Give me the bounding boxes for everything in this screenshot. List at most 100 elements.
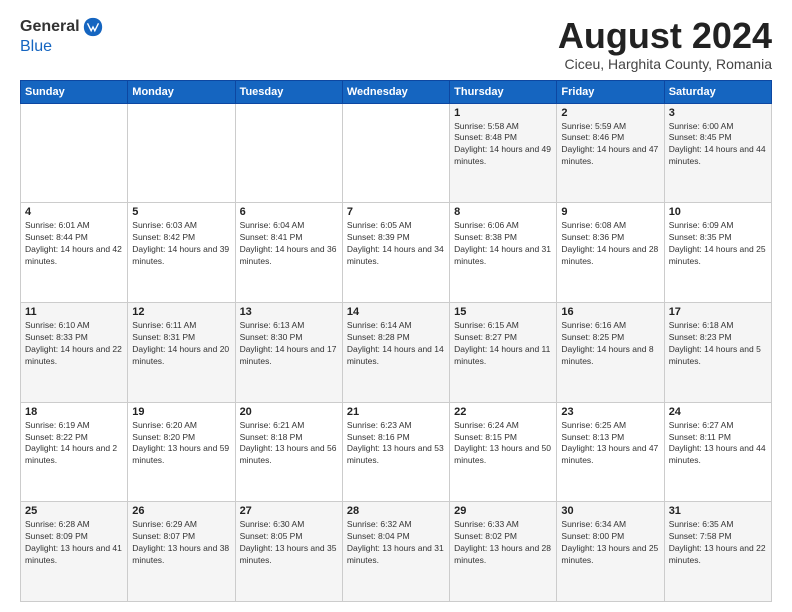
day-cell: 19 Sunrise: 6:20 AM Sunset: 8:20 PM Dayli… xyxy=(128,402,235,502)
day-number: 31 xyxy=(669,505,767,517)
day-info: Sunrise: 6:34 AM Sunset: 8:00 PM Dayligh… xyxy=(561,519,659,567)
day-cell: 31 Sunrise: 6:35 AM Sunset: 7:58 PM Dayli… xyxy=(664,502,771,602)
logo: General Blue xyxy=(20,16,104,56)
day-number: 19 xyxy=(132,406,230,418)
day-number: 25 xyxy=(25,505,123,517)
day-info: Sunrise: 6:24 AM Sunset: 8:15 PM Dayligh… xyxy=(454,420,552,468)
day-number: 9 xyxy=(561,206,659,218)
day-info: Sunrise: 6:08 AM Sunset: 8:36 PM Dayligh… xyxy=(561,220,659,268)
weekday-header-thursday: Thursday xyxy=(450,80,557,103)
logo-icon xyxy=(82,16,104,38)
day-info: Sunrise: 6:10 AM Sunset: 8:33 PM Dayligh… xyxy=(25,320,123,368)
day-number: 3 xyxy=(669,107,767,119)
day-number: 6 xyxy=(240,206,338,218)
day-cell: 6 Sunrise: 6:04 AM Sunset: 8:41 PM Daylig… xyxy=(235,203,342,303)
day-number: 15 xyxy=(454,306,552,318)
day-number: 7 xyxy=(347,206,445,218)
day-cell: 20 Sunrise: 6:21 AM Sunset: 8:18 PM Dayli… xyxy=(235,402,342,502)
day-info: Sunrise: 6:15 AM Sunset: 8:27 PM Dayligh… xyxy=(454,320,552,368)
day-info: Sunrise: 6:14 AM Sunset: 8:28 PM Dayligh… xyxy=(347,320,445,368)
day-info: Sunrise: 6:20 AM Sunset: 8:20 PM Dayligh… xyxy=(132,420,230,468)
day-info: Sunrise: 6:27 AM Sunset: 8:11 PM Dayligh… xyxy=(669,420,767,468)
day-number: 28 xyxy=(347,505,445,517)
day-number: 14 xyxy=(347,306,445,318)
day-cell: 30Sunrise: 6:34 AM Sunset: 8:00 PM Dayli… xyxy=(557,502,664,602)
day-cell: 17 Sunrise: 6:18 AM Sunset: 8:23 PM Dayli… xyxy=(664,302,771,402)
day-number: 29 xyxy=(454,505,552,517)
day-cell: 12Sunrise: 6:11 AM Sunset: 8:31 PM Dayli… xyxy=(128,302,235,402)
day-cell: 14 Sunrise: 6:14 AM Sunset: 8:28 PM Dayli… xyxy=(342,302,449,402)
day-cell: 3Sunrise: 6:00 AM Sunset: 8:45 PM Daylig… xyxy=(664,103,771,203)
day-info: Sunrise: 6:04 AM Sunset: 8:41 PM Dayligh… xyxy=(240,220,338,268)
day-number: 24 xyxy=(669,406,767,418)
day-cell: 7 Sunrise: 6:05 AM Sunset: 8:39 PM Daylig… xyxy=(342,203,449,303)
day-number: 23 xyxy=(561,406,659,418)
weekday-header-sunday: Sunday xyxy=(21,80,128,103)
day-cell: 10 Sunrise: 6:09 AM Sunset: 8:35 PM Dayli… xyxy=(664,203,771,303)
day-info: Sunrise: 6:19 AM Sunset: 8:22 PM Dayligh… xyxy=(25,420,123,468)
location: Ciceu, Harghita County, Romania xyxy=(558,56,772,72)
day-info: Sunrise: 6:09 AM Sunset: 8:35 PM Dayligh… xyxy=(669,220,767,268)
day-info: Sunrise: 6:21 AM Sunset: 8:18 PM Dayligh… xyxy=(240,420,338,468)
day-cell: 4 Sunrise: 6:01 AM Sunset: 8:44 PM Daylig… xyxy=(21,203,128,303)
day-number: 10 xyxy=(669,206,767,218)
day-number: 4 xyxy=(25,206,123,218)
day-cell: 29Sunrise: 6:33 AM Sunset: 8:02 PM Dayli… xyxy=(450,502,557,602)
day-cell: 16 Sunrise: 6:16 AM Sunset: 8:25 PM Dayli… xyxy=(557,302,664,402)
day-number: 1 xyxy=(454,107,552,119)
day-cell: 5 Sunrise: 6:03 AM Sunset: 8:42 PM Daylig… xyxy=(128,203,235,303)
weekday-header-monday: Monday xyxy=(128,80,235,103)
day-info: Sunrise: 6:03 AM Sunset: 8:42 PM Dayligh… xyxy=(132,220,230,268)
day-info: Sunrise: 6:13 AM Sunset: 8:30 PM Dayligh… xyxy=(240,320,338,368)
day-number: 2 xyxy=(561,107,659,119)
day-info: Sunrise: 6:28 AM Sunset: 8:09 PM Dayligh… xyxy=(25,519,123,567)
title-block: August 2024 Ciceu, Harghita County, Roma… xyxy=(558,16,772,72)
week-row-3: 18 Sunrise: 6:19 AM Sunset: 8:22 PM Dayli… xyxy=(21,402,772,502)
day-number: 5 xyxy=(132,206,230,218)
day-cell: 11 Sunrise: 6:10 AM Sunset: 8:33 PM Dayli… xyxy=(21,302,128,402)
day-number: 11 xyxy=(25,306,123,318)
day-cell: 22 Sunrise: 6:24 AM Sunset: 8:15 PM Dayli… xyxy=(450,402,557,502)
day-cell: 1 Sunrise: 5:58 AM Sunset: 8:48 PM Daylig… xyxy=(450,103,557,203)
day-cell: 21Sunrise: 6:23 AM Sunset: 8:16 PM Dayli… xyxy=(342,402,449,502)
day-cell: 9 Sunrise: 6:08 AM Sunset: 8:36 PM Daylig… xyxy=(557,203,664,303)
day-cell xyxy=(342,103,449,203)
day-cell: 28Sunrise: 6:32 AM Sunset: 8:04 PM Dayli… xyxy=(342,502,449,602)
month-year: August 2024 xyxy=(558,16,772,56)
day-number: 18 xyxy=(25,406,123,418)
day-cell: 18 Sunrise: 6:19 AM Sunset: 8:22 PM Dayli… xyxy=(21,402,128,502)
day-info: Sunrise: 6:23 AM Sunset: 8:16 PM Dayligh… xyxy=(347,420,445,468)
header: General Blue August 2024 Ciceu, Harghita… xyxy=(20,16,772,72)
logo-general: General xyxy=(20,18,80,36)
day-number: 12 xyxy=(132,306,230,318)
day-number: 17 xyxy=(669,306,767,318)
day-info: Sunrise: 6:16 AM Sunset: 8:25 PM Dayligh… xyxy=(561,320,659,368)
day-cell: 15 Sunrise: 6:15 AM Sunset: 8:27 PM Dayli… xyxy=(450,302,557,402)
day-cell xyxy=(128,103,235,203)
week-row-1: 4 Sunrise: 6:01 AM Sunset: 8:44 PM Daylig… xyxy=(21,203,772,303)
day-info: Sunrise: 6:05 AM Sunset: 8:39 PM Dayligh… xyxy=(347,220,445,268)
weekday-header-tuesday: Tuesday xyxy=(235,80,342,103)
weekday-header-wednesday: Wednesday xyxy=(342,80,449,103)
weekday-header-friday: Friday xyxy=(557,80,664,103)
day-number: 13 xyxy=(240,306,338,318)
week-row-0: 1 Sunrise: 5:58 AM Sunset: 8:48 PM Daylig… xyxy=(21,103,772,203)
day-info: Sunrise: 6:35 AM Sunset: 7:58 PM Dayligh… xyxy=(669,519,767,567)
day-number: 16 xyxy=(561,306,659,318)
day-info: Sunrise: 6:01 AM Sunset: 8:44 PM Dayligh… xyxy=(25,220,123,268)
day-number: 22 xyxy=(454,406,552,418)
day-cell: 26 Sunrise: 6:29 AM Sunset: 8:07 PM Dayli… xyxy=(128,502,235,602)
day-number: 26 xyxy=(132,505,230,517)
day-info: Sunrise: 6:18 AM Sunset: 8:23 PM Dayligh… xyxy=(669,320,767,368)
day-info: Sunrise: 6:29 AM Sunset: 8:07 PM Dayligh… xyxy=(132,519,230,567)
day-cell xyxy=(235,103,342,203)
day-info: Sunrise: 5:58 AM Sunset: 8:48 PM Dayligh… xyxy=(454,121,552,169)
day-number: 20 xyxy=(240,406,338,418)
day-info: Sunrise: 6:25 AM Sunset: 8:13 PM Dayligh… xyxy=(561,420,659,468)
week-row-4: 25 Sunrise: 6:28 AM Sunset: 8:09 PM Dayli… xyxy=(21,502,772,602)
weekday-header-saturday: Saturday xyxy=(664,80,771,103)
day-number: 27 xyxy=(240,505,338,517)
day-cell: 13 Sunrise: 6:13 AM Sunset: 8:30 PM Dayli… xyxy=(235,302,342,402)
day-info: Sunrise: 5:59 AM Sunset: 8:46 PM Dayligh… xyxy=(561,121,659,169)
day-cell xyxy=(21,103,128,203)
